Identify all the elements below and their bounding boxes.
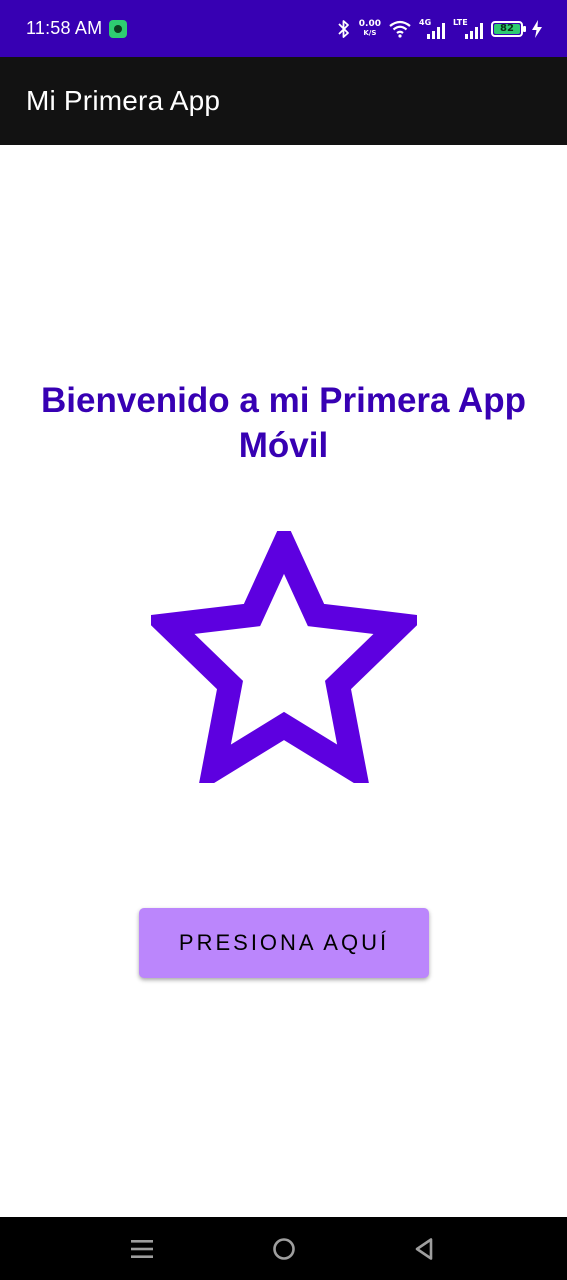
network-speed-unit: K/S [363,29,377,37]
network-speed-value: 0.00 [358,19,381,29]
wifi-icon [389,20,411,38]
battery-level: 82 [494,23,520,34]
app-notification-icon [109,19,128,38]
signal-lte-label: LTE [453,17,468,27]
star-outline-icon [151,531,417,783]
signal-lte: LTE [453,17,483,39]
app-title: Mi Primera App [26,85,221,116]
signal-4g: 4G [419,17,445,39]
press-here-button[interactable]: PRESIONA AQUÍ [139,908,429,978]
home-icon[interactable] [270,1235,298,1263]
network-speed: 0.00 K/S [359,20,381,37]
status-icons: 0.00 K/S 4G LTE 82 [337,17,543,39]
battery-icon: 82 [491,20,526,37]
status-bar: 11:58 AM 0.00 K/S 4G LTE 82 [0,0,567,57]
charging-icon [532,19,542,38]
status-time: 11:58 AM [26,18,103,38]
back-icon[interactable] [411,1235,439,1263]
app-bar: Mi Primera App [0,57,567,145]
bluetooth-icon [338,19,349,38]
signal-4g-label: 4G [419,17,432,27]
navigation-bar [0,1217,567,1280]
welcome-text: Bienvenido a mi Primera App Móvil [41,381,526,465]
menu-icon[interactable] [128,1235,156,1263]
